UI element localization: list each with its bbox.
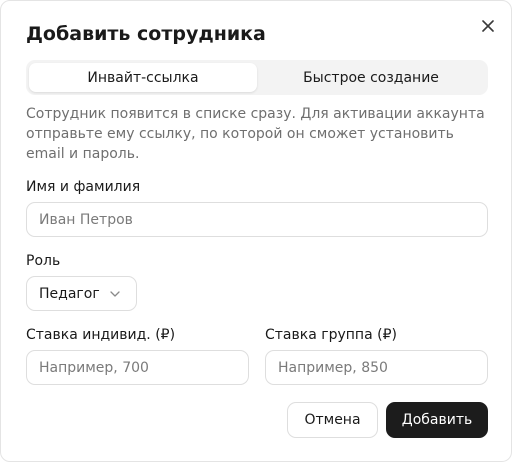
mode-tabs: Инвайт-ссылка Быстрое создание bbox=[26, 60, 488, 95]
close-button[interactable] bbox=[478, 16, 498, 36]
add-button[interactable]: Добавить bbox=[386, 402, 488, 438]
name-label: Имя и фамилия bbox=[26, 179, 141, 195]
rate-individual-input[interactable] bbox=[26, 350, 249, 385]
close-icon bbox=[482, 20, 494, 32]
role-label: Роль bbox=[26, 253, 61, 269]
rate-group-label: Ставка группа (₽) bbox=[265, 327, 397, 343]
dialog-description: Сотрудник появится в списке сразу. Для а… bbox=[26, 106, 485, 162]
cancel-button[interactable]: Отмена bbox=[287, 402, 378, 438]
rate-individual-label: Ставка индивид. (₽) bbox=[26, 327, 176, 343]
add-employee-dialog: Добавить сотрудника Инвайт-ссылка Быстро… bbox=[0, 0, 512, 462]
role-select-value: Педагог bbox=[39, 285, 100, 302]
rate-group-input[interactable] bbox=[265, 350, 488, 385]
tab-quick-create[interactable]: Быстрое создание bbox=[257, 63, 485, 92]
name-input[interactable] bbox=[26, 202, 488, 237]
role-select[interactable]: Педагог bbox=[26, 276, 137, 311]
dialog-title: Добавить сотрудника bbox=[26, 23, 266, 45]
tab-invite-link[interactable]: Инвайт-ссылка bbox=[29, 63, 257, 92]
chevron-down-icon bbox=[110, 290, 120, 297]
